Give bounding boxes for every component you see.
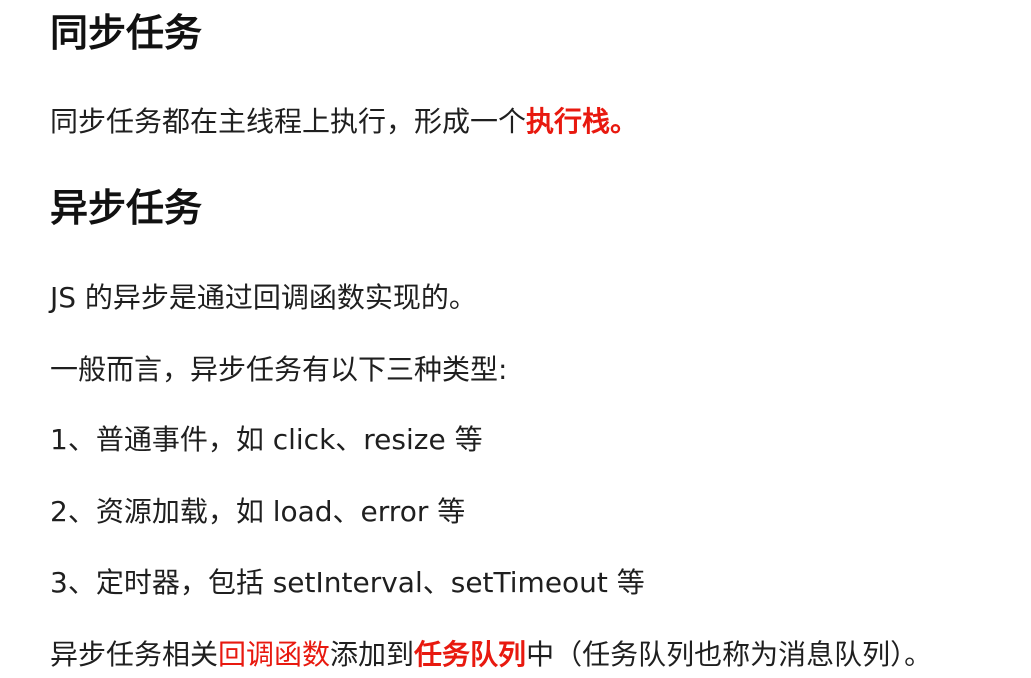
task-queue-highlight: 任务队列 <box>414 638 527 671</box>
sync-task-heading: 同步任务 <box>50 11 203 55</box>
task-queue-paragraph: 异步任务相关回调函数添加到任务队列中（任务队列也称为消息队列）。 <box>50 637 932 673</box>
execution-stack-highlight: 执行栈。 <box>526 105 639 138</box>
task-queue-text-1: 异步任务相关 <box>50 638 219 671</box>
list-item-resources: 2、资源加载，如 load、error 等 <box>50 495 466 528</box>
async-intro-line: JS 的异步是通过回调函数实现的。 <box>50 281 477 314</box>
list-item-events: 1、普通事件，如 click、resize 等 <box>50 423 483 456</box>
document-page: 同步任务 同步任务都在主线程上执行，形成一个执行栈。 异步任务 JS 的异步是通… <box>50 0 1031 678</box>
sync-task-text: 同步任务都在主线程上执行，形成一个 <box>50 105 527 138</box>
task-queue-text-2: 添加到 <box>330 638 415 671</box>
callback-highlight: 回调函数 <box>218 638 331 671</box>
async-types-line: 一般而言，异步任务有以下三种类型: <box>50 353 508 386</box>
async-task-heading: 异步任务 <box>50 186 203 230</box>
list-item-timers: 3、定时器，包括 setInterval、setTimeout 等 <box>50 566 645 599</box>
task-queue-text-3: 中（任务队列也称为消息队列）。 <box>526 638 933 671</box>
sync-task-paragraph: 同步任务都在主线程上执行，形成一个执行栈。 <box>50 104 638 140</box>
